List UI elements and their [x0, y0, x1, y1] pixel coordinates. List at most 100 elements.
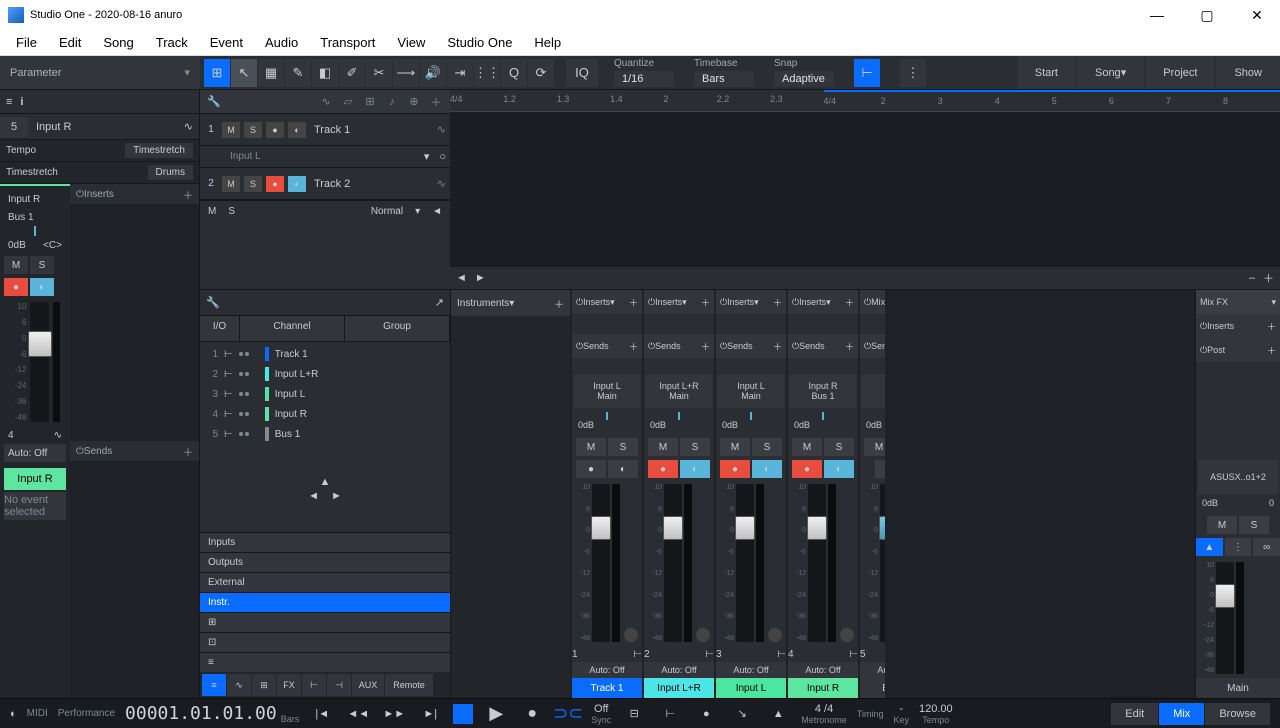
- tool-pointer[interactable]: ↖: [231, 59, 257, 87]
- menu-audio[interactable]: Audio: [255, 32, 308, 53]
- quantize-value[interactable]: 1/16: [614, 71, 674, 87]
- mute-button[interactable]: M: [4, 256, 28, 274]
- tab-instr.[interactable]: Instr.: [200, 592, 450, 612]
- fx-button[interactable]: FX: [277, 674, 301, 696]
- tab-edit[interactable]: Edit: [1111, 703, 1158, 725]
- channel-list-item[interactable]: 2⊢Input L+R: [200, 364, 450, 384]
- nav-up[interactable]: ▲: [320, 476, 331, 488]
- timing-label[interactable]: Timing: [857, 709, 884, 719]
- global-mute[interactable]: M: [208, 206, 216, 217]
- snap-value[interactable]: Adaptive: [774, 71, 834, 87]
- icon-c[interactable]: ⊞: [252, 674, 276, 696]
- tab-mix[interactable]: Mix: [1159, 703, 1204, 725]
- menu-transport[interactable]: Transport: [310, 32, 385, 53]
- tool-arrow[interactable]: ⊞: [204, 59, 230, 87]
- performance-label[interactable]: Performance: [58, 708, 115, 719]
- icon-d[interactable]: ⊢: [302, 674, 326, 696]
- timebase-value[interactable]: Bars: [694, 71, 754, 87]
- record-arm-button[interactable]: ●: [4, 278, 28, 296]
- icon-b[interactable]: ∿: [227, 674, 251, 696]
- menu-studioone[interactable]: Studio One: [437, 32, 522, 53]
- tab-inputs[interactable]: Inputs: [200, 532, 450, 552]
- track-name-selector[interactable]: Input R: [28, 121, 178, 133]
- record-button[interactable]: ●: [519, 703, 545, 725]
- timestretch-value[interactable]: Drums: [148, 165, 193, 180]
- tab-browse[interactable]: Browse: [1205, 703, 1270, 725]
- metronome-label[interactable]: Metronome: [801, 715, 847, 725]
- solo-button[interactable]: S: [30, 256, 54, 274]
- tab-icon[interactable]: ⊞: [200, 612, 450, 632]
- wrench-icon[interactable]: 🔧: [204, 93, 224, 111]
- play-button[interactable]: ▶: [483, 703, 509, 725]
- loop-button[interactable]: ⊃⊂: [555, 703, 581, 725]
- menu-help[interactable]: Help: [524, 32, 571, 53]
- close-button[interactable]: ✕: [1242, 7, 1272, 24]
- automation-mode[interactable]: Auto: Off: [4, 444, 66, 462]
- tool-icon[interactable]: ▱: [338, 93, 358, 111]
- scroll-left[interactable]: ◄: [456, 272, 467, 284]
- tab-icon[interactable]: ⊡: [200, 632, 450, 652]
- tab-icon[interactable]: ≡: [200, 652, 450, 672]
- mixfx-header[interactable]: Mix FX: [1200, 297, 1228, 307]
- tool-icon[interactable]: ∿: [316, 93, 336, 111]
- tool-icon[interactable]: ⊕: [404, 93, 424, 111]
- rewind[interactable]: ◄◄: [345, 703, 371, 725]
- main-pan[interactable]: 0: [1269, 498, 1274, 514]
- tool-icon[interactable]: ⊞: [360, 93, 380, 111]
- menu-file[interactable]: File: [6, 32, 47, 53]
- menu-edit[interactable]: Edit: [49, 32, 91, 53]
- tool-range[interactable]: ▦: [258, 59, 284, 87]
- add-instrument[interactable]: ＋: [554, 296, 564, 311]
- icon-a[interactable]: ≡: [202, 674, 226, 696]
- zoom-out[interactable]: –: [1249, 272, 1255, 284]
- expand-icon[interactable]: ↗: [435, 296, 444, 309]
- channel-output[interactable]: Bus 1: [4, 208, 66, 226]
- channel-list-item[interactable]: 1⊢Track 1: [200, 344, 450, 364]
- main-post[interactable]: Post: [1207, 345, 1225, 355]
- channel-list-item[interactable]: 5⊢Bus 1: [200, 424, 450, 444]
- global-solo[interactable]: S: [228, 206, 235, 217]
- menu-event[interactable]: Event: [200, 32, 253, 53]
- track-row[interactable]: 2MS●◐Track 2∿: [200, 168, 450, 200]
- view-mode[interactable]: Normal: [371, 206, 403, 217]
- icon-e[interactable]: ⊣: [327, 674, 351, 696]
- forward[interactable]: ►►: [381, 703, 407, 725]
- arrangement-canvas[interactable]: 4/41.21.31.422.22.3 4/42345678 ◄► –＋: [450, 90, 1280, 289]
- tool-paint[interactable]: ✐: [339, 59, 365, 87]
- main-btn-a[interactable]: ▲: [1196, 538, 1223, 556]
- tool-icon[interactable]: ♪: [382, 93, 402, 111]
- pan-value[interactable]: <C>: [43, 240, 62, 251]
- main-btn-c[interactable]: ∞: [1253, 538, 1280, 556]
- tool-cut[interactable]: ✂: [366, 59, 392, 87]
- time-format[interactable]: Bars: [281, 714, 300, 724]
- sends-panel[interactable]: [70, 461, 199, 698]
- main-output-route[interactable]: ASUSX..o1+2: [1198, 460, 1278, 494]
- add-send[interactable]: ＋: [183, 444, 193, 459]
- add-insert[interactable]: ＋: [183, 187, 193, 202]
- tool-a[interactable]: ⇥: [447, 59, 473, 87]
- tool-c[interactable]: ⟳: [528, 59, 554, 87]
- tool-speaker[interactable]: 🔊: [420, 59, 446, 87]
- sync-label[interactable]: Sync: [591, 715, 611, 725]
- snap-toggle-a[interactable]: ⊢: [854, 59, 880, 87]
- inserts-panel[interactable]: [70, 204, 199, 441]
- tool-draw[interactable]: ✎: [285, 59, 311, 87]
- gain-value[interactable]: 0dB: [8, 240, 26, 251]
- key-label[interactable]: Key: [893, 715, 909, 725]
- tool-mute[interactable]: ⟶: [393, 59, 419, 87]
- tool-b[interactable]: ⋮⋮: [474, 59, 500, 87]
- goto-end[interactable]: ►|: [417, 703, 443, 725]
- channel-list-item[interactable]: 4⊢Input R: [200, 404, 450, 424]
- precount-icon[interactable]: ↘: [729, 703, 755, 725]
- main-fader[interactable]: [1216, 562, 1234, 674]
- tab-external[interactable]: External: [200, 572, 450, 592]
- channel-list-item[interactable]: 3⊢Input L: [200, 384, 450, 404]
- nav-song[interactable]: Song ▾: [1077, 56, 1144, 89]
- tempo-label[interactable]: Tempo: [922, 715, 949, 725]
- main-gain[interactable]: 0dB: [1202, 498, 1218, 514]
- nav-show[interactable]: Show: [1216, 56, 1280, 89]
- tool-iq[interactable]: IQ: [566, 59, 598, 87]
- tempo-mode[interactable]: Timestretch: [125, 143, 193, 158]
- config-icon[interactable]: 🔧: [206, 296, 220, 309]
- scroll-right[interactable]: ►: [475, 272, 486, 284]
